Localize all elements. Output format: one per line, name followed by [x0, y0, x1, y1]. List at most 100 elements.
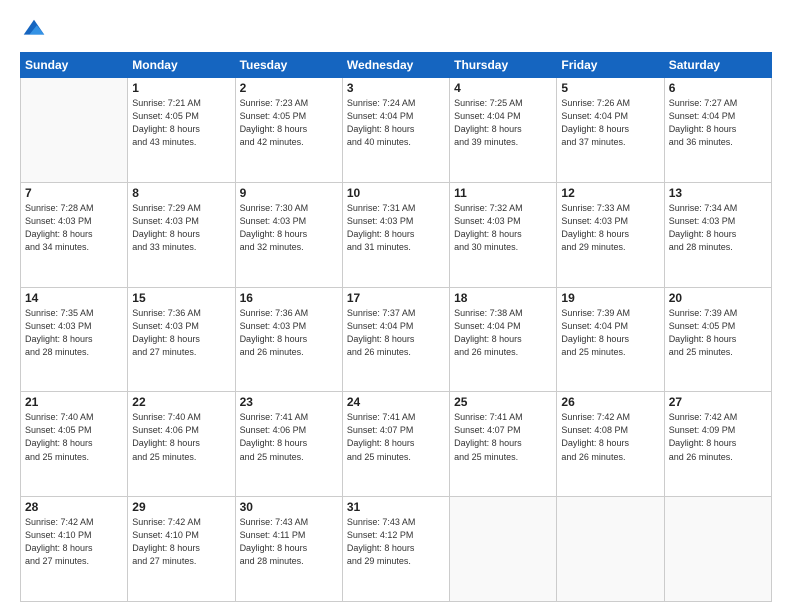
calendar-cell: 19Sunrise: 7:39 AM Sunset: 4:04 PM Dayli… [557, 287, 664, 392]
day-info: Sunrise: 7:42 AM Sunset: 4:08 PM Dayligh… [561, 411, 659, 463]
calendar-cell: 10 Sunrise: 7:31 AM Sunset: 4:03 PM Dayli… [342, 182, 449, 287]
day-info: Sunrise: 7:40 AM Sunset: 4:06 PM Dayligh… [132, 411, 230, 463]
day-info: Sunrise: 7:41 AM Sunset: 4:07 PM Dayligh… [347, 411, 445, 463]
logo [20, 16, 52, 44]
day-number: 25 [454, 395, 552, 409]
calendar-cell: 17 Sunrise: 7:37 AM Sunset: 4:04 PM Dayli… [342, 287, 449, 392]
calendar-cell: 18Sunrise: 7:38 AM Sunset: 4:04 PM Dayli… [450, 287, 557, 392]
calendar-cell: 22 Sunrise: 7:40 AM Sunset: 4:06 PM Dayli… [128, 392, 235, 497]
week-row: 21 Sunrise: 7:40 AM Sunset: 4:05 PM Dayli… [21, 392, 772, 497]
day-info: Sunrise: 7:32 AM Sunset: 4:03 PM Dayligh… [454, 202, 552, 254]
day-number: 23 [240, 395, 338, 409]
calendar-cell: 9 Sunrise: 7:30 AM Sunset: 4:03 PM Daylig… [235, 182, 342, 287]
day-number: 3 [347, 81, 445, 95]
day-number: 2 [240, 81, 338, 95]
calendar-cell: 6 Sunrise: 7:27 AM Sunset: 4:04 PM Daylig… [664, 78, 771, 183]
day-info: Sunrise: 7:27 AM Sunset: 4:04 PM Dayligh… [669, 97, 767, 149]
day-info: Sunrise: 7:41 AM Sunset: 4:06 PM Dayligh… [240, 411, 338, 463]
day-number: 13 [669, 186, 767, 200]
day-number: 15 [132, 291, 230, 305]
day-number: 29 [132, 500, 230, 514]
weekday-header: Tuesday [235, 53, 342, 78]
day-info: Sunrise: 7:29 AM Sunset: 4:03 PM Dayligh… [132, 202, 230, 254]
day-number: 27 [669, 395, 767, 409]
calendar-cell: 11Sunrise: 7:32 AM Sunset: 4:03 PM Dayli… [450, 182, 557, 287]
calendar-cell: 23 Sunrise: 7:41 AM Sunset: 4:06 PM Dayli… [235, 392, 342, 497]
calendar-cell: 1 Sunrise: 7:21 AM Sunset: 4:05 PM Daylig… [128, 78, 235, 183]
calendar-cell: 29Sunrise: 7:42 AM Sunset: 4:10 PM Dayli… [128, 497, 235, 602]
week-row: 1 Sunrise: 7:21 AM Sunset: 4:05 PM Daylig… [21, 78, 772, 183]
day-info: Sunrise: 7:23 AM Sunset: 4:05 PM Dayligh… [240, 97, 338, 149]
weekday-header: Monday [128, 53, 235, 78]
calendar-cell [21, 78, 128, 183]
day-number: 1 [132, 81, 230, 95]
day-number: 17 [347, 291, 445, 305]
calendar-cell: 28 Sunrise: 7:42 AM Sunset: 4:10 PM Dayli… [21, 497, 128, 602]
calendar-table: SundayMondayTuesdayWednesdayThursdayFrid… [20, 52, 772, 602]
day-info: Sunrise: 7:39 AM Sunset: 4:05 PM Dayligh… [669, 307, 767, 359]
day-info: Sunrise: 7:36 AM Sunset: 4:03 PM Dayligh… [240, 307, 338, 359]
day-info: Sunrise: 7:37 AM Sunset: 4:04 PM Dayligh… [347, 307, 445, 359]
calendar-cell: 24 Sunrise: 7:41 AM Sunset: 4:07 PM Dayli… [342, 392, 449, 497]
weekday-header: Sunday [21, 53, 128, 78]
day-info: Sunrise: 7:28 AM Sunset: 4:03 PM Dayligh… [25, 202, 123, 254]
calendar-cell: 21 Sunrise: 7:40 AM Sunset: 4:05 PM Dayli… [21, 392, 128, 497]
header [20, 16, 772, 44]
calendar-cell: 7 Sunrise: 7:28 AM Sunset: 4:03 PM Daylig… [21, 182, 128, 287]
weekday-header: Thursday [450, 53, 557, 78]
day-number: 10 [347, 186, 445, 200]
day-number: 14 [25, 291, 123, 305]
day-number: 24 [347, 395, 445, 409]
day-info: Sunrise: 7:24 AM Sunset: 4:04 PM Dayligh… [347, 97, 445, 149]
day-info: Sunrise: 7:33 AM Sunset: 4:03 PM Dayligh… [561, 202, 659, 254]
calendar-cell: 25 Sunrise: 7:41 AM Sunset: 4:07 PM Dayli… [450, 392, 557, 497]
day-info: Sunrise: 7:38 AM Sunset: 4:04 PM Dayligh… [454, 307, 552, 359]
day-info: Sunrise: 7:36 AM Sunset: 4:03 PM Dayligh… [132, 307, 230, 359]
week-row: 7 Sunrise: 7:28 AM Sunset: 4:03 PM Daylig… [21, 182, 772, 287]
calendar-cell: 20 Sunrise: 7:39 AM Sunset: 4:05 PM Dayli… [664, 287, 771, 392]
calendar-cell: 3 Sunrise: 7:24 AM Sunset: 4:04 PM Daylig… [342, 78, 449, 183]
calendar-cell: 15 Sunrise: 7:36 AM Sunset: 4:03 PM Dayli… [128, 287, 235, 392]
calendar-cell: 26Sunrise: 7:42 AM Sunset: 4:08 PM Dayli… [557, 392, 664, 497]
day-number: 9 [240, 186, 338, 200]
weekday-header: Saturday [664, 53, 771, 78]
week-row: 14 Sunrise: 7:35 AM Sunset: 4:03 PM Dayli… [21, 287, 772, 392]
calendar-cell: 13Sunrise: 7:34 AM Sunset: 4:03 PM Dayli… [664, 182, 771, 287]
calendar-cell [450, 497, 557, 602]
day-number: 21 [25, 395, 123, 409]
logo-icon [20, 16, 48, 44]
calendar-cell: 4Sunrise: 7:25 AM Sunset: 4:04 PM Daylig… [450, 78, 557, 183]
calendar-cell: 27Sunrise: 7:42 AM Sunset: 4:09 PM Dayli… [664, 392, 771, 497]
calendar-cell: 16Sunrise: 7:36 AM Sunset: 4:03 PM Dayli… [235, 287, 342, 392]
day-info: Sunrise: 7:31 AM Sunset: 4:03 PM Dayligh… [347, 202, 445, 254]
day-info: Sunrise: 7:35 AM Sunset: 4:03 PM Dayligh… [25, 307, 123, 359]
calendar-cell: 31 Sunrise: 7:43 AM Sunset: 4:12 PM Dayli… [342, 497, 449, 602]
calendar-cell: 8 Sunrise: 7:29 AM Sunset: 4:03 PM Daylig… [128, 182, 235, 287]
week-row: 28 Sunrise: 7:42 AM Sunset: 4:10 PM Dayli… [21, 497, 772, 602]
day-number: 20 [669, 291, 767, 305]
day-info: Sunrise: 7:30 AM Sunset: 4:03 PM Dayligh… [240, 202, 338, 254]
calendar-cell [664, 497, 771, 602]
weekday-header-row: SundayMondayTuesdayWednesdayThursdayFrid… [21, 53, 772, 78]
day-info: Sunrise: 7:21 AM Sunset: 4:05 PM Dayligh… [132, 97, 230, 149]
day-number: 4 [454, 81, 552, 95]
day-number: 7 [25, 186, 123, 200]
day-number: 12 [561, 186, 659, 200]
day-info: Sunrise: 7:26 AM Sunset: 4:04 PM Dayligh… [561, 97, 659, 149]
calendar-cell [557, 497, 664, 602]
day-info: Sunrise: 7:42 AM Sunset: 4:10 PM Dayligh… [25, 516, 123, 568]
page: SundayMondayTuesdayWednesdayThursdayFrid… [0, 0, 792, 612]
day-number: 8 [132, 186, 230, 200]
day-number: 31 [347, 500, 445, 514]
day-info: Sunrise: 7:41 AM Sunset: 4:07 PM Dayligh… [454, 411, 552, 463]
calendar-cell: 30Sunrise: 7:43 AM Sunset: 4:11 PM Dayli… [235, 497, 342, 602]
calendar-cell: 2 Sunrise: 7:23 AM Sunset: 4:05 PM Daylig… [235, 78, 342, 183]
day-info: Sunrise: 7:43 AM Sunset: 4:12 PM Dayligh… [347, 516, 445, 568]
calendar-cell: 14 Sunrise: 7:35 AM Sunset: 4:03 PM Dayli… [21, 287, 128, 392]
day-number: 6 [669, 81, 767, 95]
day-number: 22 [132, 395, 230, 409]
day-number: 28 [25, 500, 123, 514]
calendar-cell: 5Sunrise: 7:26 AM Sunset: 4:04 PM Daylig… [557, 78, 664, 183]
day-number: 30 [240, 500, 338, 514]
day-info: Sunrise: 7:40 AM Sunset: 4:05 PM Dayligh… [25, 411, 123, 463]
